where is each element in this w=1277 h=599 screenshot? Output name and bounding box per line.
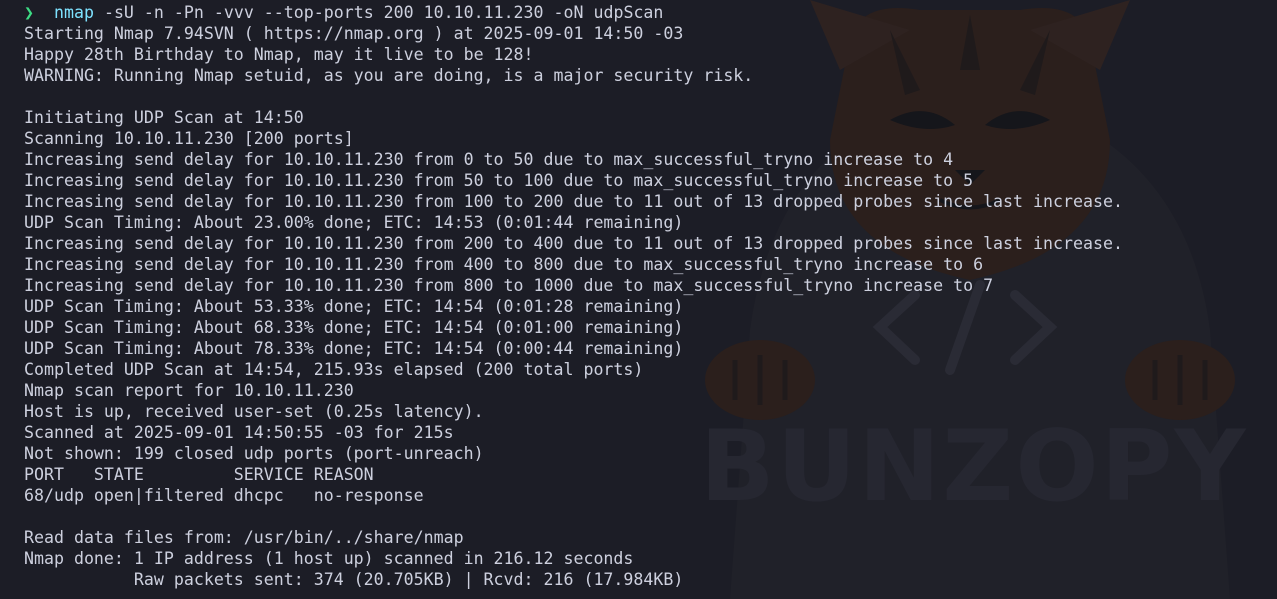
terminal-output: ❯ nmap -sU -n -Pn -vvv --top-ports 200 1… (24, 2, 1277, 590)
output-line: Happy 28th Birthday to Nmap, may it live… (24, 45, 534, 64)
output-line: Scanning 10.10.11.230 [200 ports] (24, 129, 354, 148)
output-line: WARNING: Running Nmap setuid, as you are… (24, 66, 754, 85)
output-line: Nmap scan report for 10.10.11.230 (24, 381, 354, 400)
output-line: Scanned at 2025-09-01 14:50:55 -03 for 2… (24, 423, 454, 442)
output-line: 68/udp open|filtered dhcpc no-response (24, 486, 424, 505)
output-line: Host is up, received user-set (0.25s lat… (24, 402, 484, 421)
output-line: PORT STATE SERVICE REASON (24, 465, 374, 484)
output-line: UDP Scan Timing: About 53.33% done; ETC:… (24, 297, 684, 316)
command-args: -sU -n -Pn -vvv --top-ports 200 10.10.11… (103, 3, 664, 22)
output-line: UDP Scan Timing: About 23.00% done; ETC:… (24, 213, 684, 232)
output-lines: Starting Nmap 7.94SVN ( https://nmap.org… (24, 23, 1277, 590)
prompt-chevron-icon: ❯ (24, 3, 34, 22)
output-line: Increasing send delay for 10.10.11.230 f… (24, 276, 994, 295)
output-line: Increasing send delay for 10.10.11.230 f… (24, 192, 1123, 211)
output-line: UDP Scan Timing: About 78.33% done; ETC:… (24, 339, 684, 358)
terminal-window[interactable]: BUNZOPY ❯ nmap -sU -n -Pn -vvv --top-por… (0, 0, 1277, 599)
output-line: Not shown: 199 closed udp ports (port-un… (24, 444, 484, 463)
output-line: Increasing send delay for 10.10.11.230 f… (24, 255, 984, 274)
output-line: Nmap done: 1 IP address (1 host up) scan… (24, 549, 634, 568)
output-line: Increasing send delay for 10.10.11.230 f… (24, 171, 974, 190)
output-line: Raw packets sent: 374 (20.705KB) | Rcvd:… (24, 570, 684, 589)
output-line: Increasing send delay for 10.10.11.230 f… (24, 150, 954, 169)
output-line: Starting Nmap 7.94SVN ( https://nmap.org… (24, 24, 684, 43)
output-line: UDP Scan Timing: About 68.33% done; ETC:… (24, 318, 684, 337)
command-name: nmap (53, 3, 94, 22)
output-line: Initiating UDP Scan at 14:50 (24, 108, 304, 127)
output-line: Read data files from: /usr/bin/../share/… (24, 528, 464, 547)
command-line: ❯ nmap -sU -n -Pn -vvv --top-ports 200 1… (24, 2, 1277, 23)
output-line: Completed UDP Scan at 14:54, 215.93s ela… (24, 360, 644, 379)
output-line: Increasing send delay for 10.10.11.230 f… (24, 234, 1123, 253)
